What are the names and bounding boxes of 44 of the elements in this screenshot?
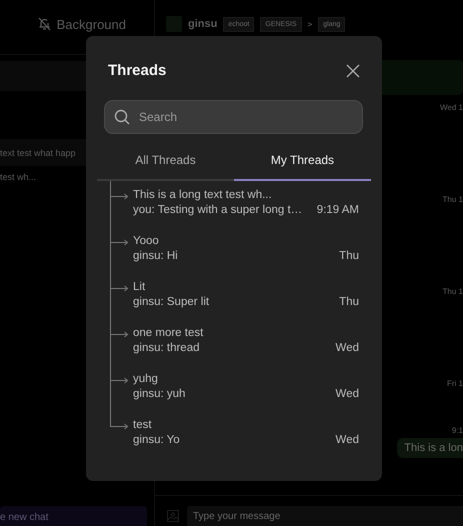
sidebar-title: Background <box>56 17 126 32</box>
search-field[interactable]: Search <box>104 100 363 134</box>
thread-item[interactable]: yuhg ginsu: yuh Wed <box>108 365 359 411</box>
thread-time: Wed <box>336 388 359 400</box>
message-time: Thu 1 <box>442 195 463 204</box>
thread-title: yuhg <box>133 373 158 385</box>
thread-preview: you: Testing with a super long t… <box>133 204 302 216</box>
user-name: ginsu <box>188 18 218 30</box>
close-button[interactable] <box>346 64 360 78</box>
thread-time: Thu <box>339 296 359 308</box>
thread-preview: ginsu: Hi <box>133 250 178 262</box>
thread-title: test <box>133 419 152 431</box>
message-time: Fri 1 <box>447 379 463 388</box>
branch-arrow <box>110 273 128 319</box>
message-time: Thu 1 <box>442 287 463 296</box>
message-bubble: This is a lon <box>397 438 463 458</box>
thread-preview: ginsu: yuh <box>133 388 186 400</box>
dialog-title: Threads <box>108 62 166 79</box>
thread-time: Wed <box>336 434 359 446</box>
search-icon <box>114 109 130 125</box>
thread-preview: ginsu: Yo <box>133 434 180 446</box>
thread-title: This is a long text test wh... <box>133 189 272 201</box>
branch-arrow <box>110 181 128 227</box>
branch-arrow <box>110 319 128 365</box>
thread-time: Wed <box>336 342 359 354</box>
breadcrumb-separator: > <box>308 20 312 28</box>
thread-item[interactable]: Yooo ginsu: Hi Thu <box>108 227 359 273</box>
thread-preview: ginsu: Super lit <box>133 296 210 308</box>
thread-time: Thu <box>339 250 359 262</box>
thread-title: one more test <box>133 327 204 339</box>
message-input[interactable]: Type your message <box>187 506 463 526</box>
bell-off-icon <box>38 17 51 31</box>
thread-item[interactable]: test ginsu: Yo Wed <box>108 411 359 457</box>
thread-item[interactable]: Lit ginsu: Super lit Thu <box>108 273 359 319</box>
thread-item[interactable]: This is a long text test wh... you: Testing with a super long t… 9:19 AM <box>108 181 359 227</box>
tab[interactable]: My Threads <box>234 144 371 181</box>
thread-item[interactable]: one more test ginsu: thread Wed <box>108 319 359 365</box>
thread-title: Lit <box>133 281 146 293</box>
thread-title: Yooo <box>133 235 159 247</box>
message-time: 9:1 <box>452 426 463 435</box>
thread-time: 9:19 AM <box>316 204 359 216</box>
message-time: Wed 1 <box>440 103 463 112</box>
thread-preview: ginsu: thread <box>133 342 200 354</box>
branch-arrow <box>110 227 128 273</box>
